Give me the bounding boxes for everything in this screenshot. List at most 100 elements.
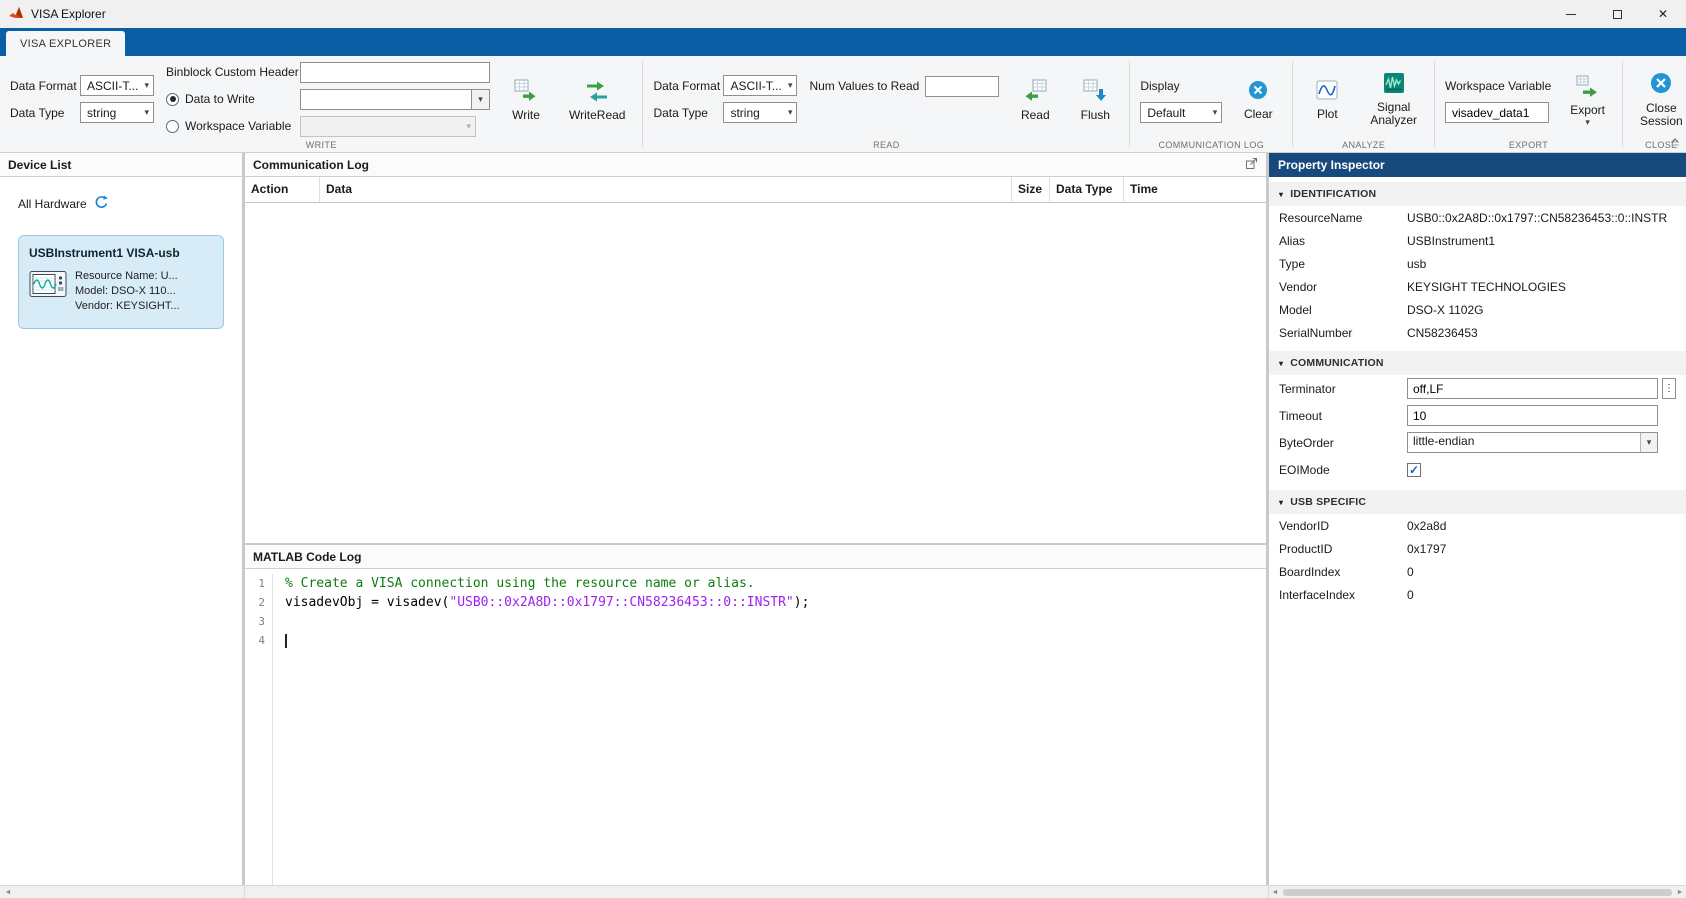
property-row-alias: Alias USBInstrument1	[1269, 229, 1686, 252]
chevron-down-icon[interactable]: ▾	[471, 90, 489, 109]
device-model: Model: DSO-X 110...	[75, 284, 180, 299]
export-workspace-variable-input[interactable]	[1445, 102, 1549, 123]
close-session-button[interactable]: Close Session	[1633, 66, 1686, 132]
section-identification[interactable]: ▾ IDENTIFICATION	[1269, 182, 1686, 206]
property-row-interfaceindex: InterfaceIndex 0	[1269, 583, 1686, 606]
refresh-icon[interactable]	[94, 195, 109, 213]
export-button[interactable]: Export ▾	[1563, 70, 1612, 129]
checkmark-icon: ✓	[1409, 464, 1419, 476]
signal-analyzer-icon	[1382, 71, 1406, 98]
property-row-productid: ProductID 0x1797	[1269, 537, 1686, 560]
column-time[interactable]: Time	[1124, 177, 1266, 202]
write-data-format-label: Data Format	[10, 79, 74, 93]
property-row-type: Type usb	[1269, 252, 1686, 275]
all-hardware-item[interactable]: All Hardware	[18, 195, 242, 213]
chevron-down-icon: ▾	[1279, 498, 1283, 507]
column-size[interactable]: Size	[1012, 177, 1050, 202]
radio-selected-icon	[166, 93, 179, 106]
read-button[interactable]: Read	[1011, 73, 1059, 126]
toolstrip-section-communication-log: Display Default ▾ Clear COMM	[1130, 56, 1292, 152]
line-number-gutter: 1 2 3 4	[245, 574, 273, 885]
read-data-format-label: Data Format	[653, 79, 717, 93]
timeout-input[interactable]	[1407, 405, 1658, 426]
byteorder-dropdown[interactable]: little-endian ▾	[1407, 432, 1658, 453]
clear-icon	[1246, 78, 1270, 105]
instrument-icon	[29, 269, 67, 302]
device-list-header: Device List	[0, 153, 242, 177]
close-button[interactable]: ✕	[1640, 0, 1686, 28]
signal-analyzer-button[interactable]: Signal Analyzer	[1363, 67, 1424, 131]
scroll-right-icon[interactable]: ►	[1674, 889, 1686, 896]
data-to-write-radio[interactable]: Data to Write	[166, 92, 294, 106]
text-cursor	[285, 634, 287, 648]
chevron-down-icon: ▾	[788, 81, 793, 90]
terminator-input[interactable]	[1407, 378, 1658, 399]
device-panel-scrollbar[interactable]: ◄	[0, 886, 245, 898]
read-data-type-dropdown[interactable]: string ▾	[723, 102, 797, 123]
num-values-input[interactable]	[925, 76, 999, 97]
property-inspector-body: ▾ IDENTIFICATION ResourceName USB0::0x2A…	[1269, 177, 1686, 885]
scroll-left-icon[interactable]: ◄	[1269, 889, 1281, 896]
toolstrip: Data Format ASCII-T... ▾ Data Type strin…	[0, 56, 1686, 153]
clear-button[interactable]: Clear	[1234, 74, 1282, 125]
maximize-button[interactable]	[1594, 0, 1640, 28]
write-button[interactable]: Write	[502, 73, 550, 126]
undock-icon[interactable]	[1245, 157, 1258, 173]
data-to-write-radio-label: Data to Write	[185, 92, 255, 106]
code-editor[interactable]: 1 2 3 4 % Create a VISA connection using…	[245, 569, 1266, 885]
export-workspace-variable-label: Workspace Variable	[1445, 79, 1551, 93]
center-panel-scrollbar[interactable]	[245, 886, 1269, 898]
center-panel: Communication Log Action Data Size Data …	[245, 153, 1269, 885]
property-row-terminator: Terminator ⋮	[1269, 375, 1686, 402]
device-list-panel: Device List All Hardware USBInstrument1 …	[0, 153, 245, 885]
property-row-resourcename: ResourceName USB0::0x2A8D::0x1797::CN582…	[1269, 206, 1686, 229]
binblock-custom-header-label: Binblock Custom Header	[166, 65, 294, 79]
section-usb-specific[interactable]: ▾ USB SPECIFIC	[1269, 490, 1686, 514]
write-icon	[513, 77, 539, 106]
property-row-timeout: Timeout	[1269, 402, 1686, 429]
binblock-custom-header-input[interactable]	[300, 62, 490, 83]
section-label-write: WRITE	[0, 140, 642, 150]
bottom-scrollbar-area: ◄ ◄ ►	[0, 885, 1686, 898]
toolstrip-section-write: Data Format ASCII-T... ▾ Data Type strin…	[0, 56, 642, 152]
column-data-type[interactable]: Data Type	[1050, 177, 1124, 202]
terminator-more-button[interactable]: ⋮	[1662, 378, 1676, 399]
data-to-write-input[interactable]	[301, 90, 471, 109]
tab-visa-explorer[interactable]: VISA EXPLORER	[6, 31, 125, 56]
window-title: VISA Explorer	[31, 7, 106, 21]
eoimode-checkbox[interactable]: ✓	[1407, 463, 1421, 477]
flush-button[interactable]: Flush	[1071, 73, 1119, 126]
property-inspector-scrollbar[interactable]: ◄ ►	[1269, 886, 1686, 898]
workspace-variable-radio[interactable]: Workspace Variable	[166, 119, 294, 133]
write-data-type-dropdown[interactable]: string ▾	[80, 102, 154, 123]
display-dropdown[interactable]: Default ▾	[1140, 102, 1222, 123]
line-number: 2	[245, 593, 265, 612]
chevron-down-icon: ▾	[1279, 359, 1283, 368]
matlab-code-log-panel: MATLAB Code Log 1 2 3 4 % Create a VISA …	[245, 545, 1266, 885]
chevron-down-icon[interactable]: ▾	[1640, 433, 1657, 452]
minimize-button[interactable]	[1548, 0, 1594, 28]
collapse-toolstrip-icon[interactable]	[1669, 135, 1681, 149]
section-communication[interactable]: ▾ COMMUNICATION	[1269, 351, 1686, 375]
data-to-write-combo[interactable]: ▾	[300, 89, 490, 110]
plot-icon	[1315, 78, 1339, 105]
plot-button[interactable]: Plot	[1303, 74, 1351, 125]
scrollbar-thumb[interactable]	[1283, 889, 1672, 896]
communication-log-body	[245, 203, 1266, 543]
device-card-usbinstrument1[interactable]: USBInstrument1 VISA-usb	[18, 235, 224, 329]
read-data-type-label: Data Type	[653, 106, 717, 120]
property-row-byteorder: ByteOrder little-endian ▾	[1269, 429, 1686, 456]
scroll-left-icon[interactable]: ◄	[2, 889, 14, 896]
communication-log-panel: Communication Log Action Data Size Data …	[245, 153, 1266, 545]
column-action[interactable]: Action	[245, 177, 320, 202]
device-resource-name: Resource Name: U...	[75, 269, 180, 284]
column-data[interactable]: Data	[320, 177, 1012, 202]
chevron-down-icon: ▾	[1213, 108, 1218, 117]
communication-log-header: Communication Log	[245, 153, 1266, 177]
window-controls: ✕	[1548, 0, 1686, 28]
read-data-format-dropdown[interactable]: ASCII-T... ▾	[723, 75, 797, 96]
write-data-format-dropdown[interactable]: ASCII-T... ▾	[80, 75, 154, 96]
communication-log-columns: Action Data Size Data Type Time	[245, 177, 1266, 203]
writeread-button[interactable]: WriteRead	[562, 73, 632, 126]
display-label: Display	[1140, 79, 1179, 93]
